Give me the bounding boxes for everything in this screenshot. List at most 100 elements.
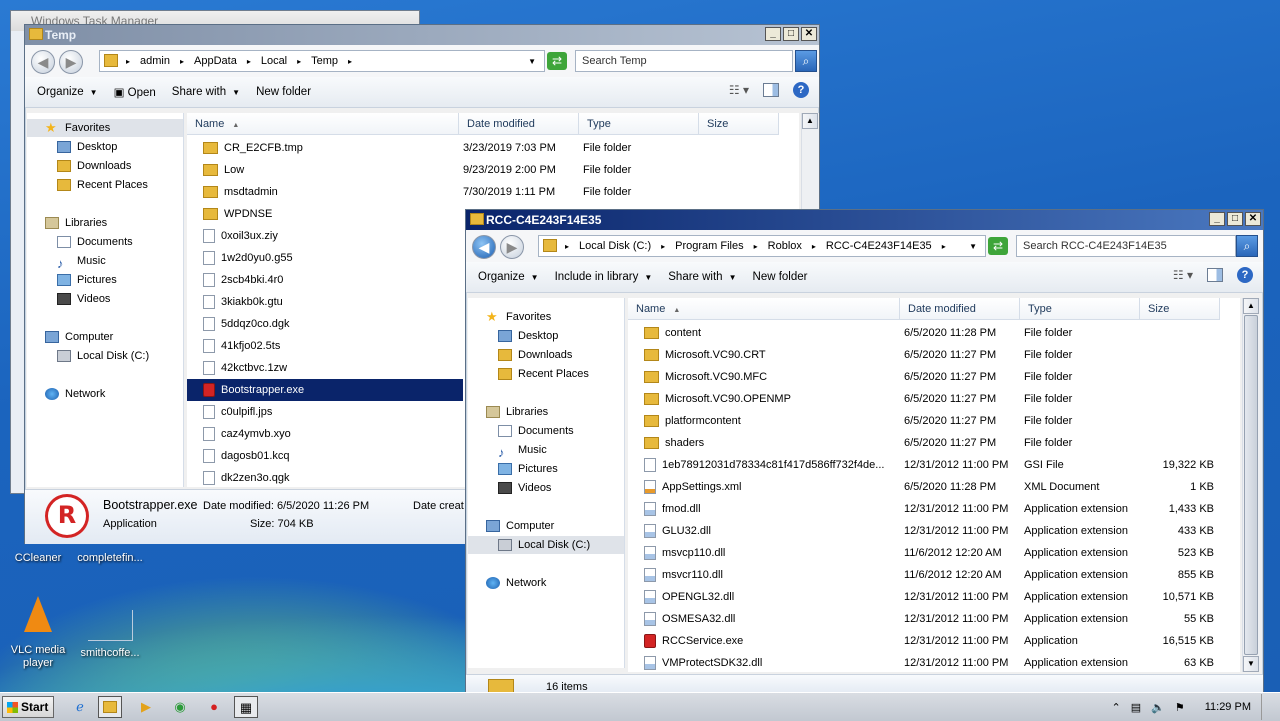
preview-pane-icon[interactable] [763, 83, 779, 97]
file-row[interactable]: CR_E2CFB.tmp 3/23/2019 7:03 PM File folder [187, 137, 787, 159]
nav-videos[interactable]: Videos [57, 290, 110, 308]
nav-desktop[interactable]: Desktop [498, 327, 558, 345]
preview-pane-icon[interactable] [1207, 268, 1223, 282]
column-header-size[interactable]: Size [1140, 298, 1220, 320]
nav-pictures[interactable]: Pictures [498, 460, 558, 478]
task-manager-taskbar-icon[interactable]: ▦ [234, 696, 258, 718]
breadcrumb-item[interactable]: RCC-C4E243F14E35 [826, 240, 932, 252]
file-row[interactable]: Microsoft.VC90.MFC 6/5/2020 11:27 PM File … [628, 366, 1228, 388]
file-row[interactable]: RCCService.exe 12/31/2012 11:00 PM Applica… [628, 630, 1228, 652]
file-row[interactable]: fmod.dll 12/31/2012 11:00 PM Application e… [628, 498, 1228, 520]
nav-recent-places[interactable]: Recent Places [498, 365, 589, 383]
column-header-date[interactable]: Date modified [900, 298, 1020, 320]
file-row[interactable]: AppSettings.xml 6/5/2020 11:28 PM XML Docu… [628, 476, 1228, 498]
file-row[interactable]: GLU32.dll 12/31/2012 11:00 PM Application … [628, 520, 1228, 542]
file-row[interactable]: Microsoft.VC90.OPENMP 6/5/2020 11:27 PM Fi… [628, 388, 1228, 410]
start-button[interactable]: Start [2, 696, 54, 718]
temp-titlebar[interactable]: Temp _ □ ✕ [25, 25, 819, 45]
maximize-button[interactable]: □ [1227, 212, 1243, 226]
search-button[interactable]: ⌕ [795, 50, 817, 72]
file-row[interactable]: platformcontent 6/5/2020 11:27 PM File fol… [628, 410, 1228, 432]
rcc-scrollbar[interactable]: ▲ ▼ [1242, 298, 1260, 672]
show-desktop-button[interactable] [1261, 694, 1272, 720]
open-button[interactable]: ▣ Open [114, 85, 156, 99]
nav-computer[interactable]: Computer [486, 517, 554, 535]
action-center-icon[interactable]: ⚑ [1175, 701, 1185, 714]
breadcrumb-item[interactable]: AppData [194, 55, 237, 67]
file-row[interactable]: OPENGL32.dll 12/31/2012 11:00 PM Applicati… [628, 586, 1228, 608]
column-header-type[interactable]: Type [1020, 298, 1140, 320]
forward-button[interactable]: ▶ [500, 235, 524, 259]
minimize-button[interactable]: _ [1209, 212, 1225, 226]
share-with-menu[interactable]: Share with ▼ [172, 86, 240, 98]
file-row[interactable]: VMProtectSDK32.dll 12/31/2012 11:00 PM App… [628, 652, 1228, 672]
nav-favorites[interactable]: ★ Favorites [486, 308, 551, 326]
close-button[interactable]: ✕ [1245, 212, 1261, 226]
nav-libraries[interactable]: Libraries [45, 214, 107, 232]
column-header-size[interactable]: Size [699, 113, 779, 135]
file-row[interactable]: msdtadmin 7/30/2019 1:11 PM File folder [187, 181, 787, 203]
opera-icon[interactable]: ● [202, 696, 226, 718]
help-icon[interactable]: ? [1237, 267, 1253, 283]
scroll-up-arrow[interactable]: ▲ [802, 113, 818, 129]
refresh-button[interactable]: ⇄ [547, 52, 567, 70]
file-row[interactable]: content 6/5/2020 11:28 PM File folder [628, 322, 1228, 344]
nav-documents[interactable]: Documents [57, 233, 133, 251]
organize-menu[interactable]: Organize ▼ [37, 86, 98, 98]
new-folder-button[interactable]: New folder [256, 86, 311, 98]
nav-favorites[interactable]: ★ Favorites [27, 119, 183, 137]
column-header-name[interactable]: Name ▲ [187, 113, 459, 135]
close-button[interactable]: ✕ [801, 27, 817, 41]
views-icon[interactable]: ☷ ▾ [1173, 268, 1193, 282]
help-icon[interactable]: ? [793, 82, 809, 98]
nav-music[interactable]: ♪ Music [57, 252, 106, 271]
views-icon[interactable]: ☷ ▾ [729, 83, 749, 97]
address-dropdown-icon[interactable]: ▼ [969, 242, 977, 251]
scroll-thumb[interactable] [1244, 315, 1258, 655]
volume-icon[interactable]: 🔈 [1151, 701, 1165, 714]
share-with-menu[interactable]: Share with ▼ [668, 271, 736, 283]
search-button[interactable]: ⌕ [1236, 235, 1258, 257]
column-header-type[interactable]: Type [579, 113, 699, 135]
nav-network[interactable]: Network [45, 385, 105, 403]
maximize-button[interactable]: □ [783, 27, 799, 41]
show-hidden-icons-icon[interactable]: ⌃ [1112, 701, 1121, 714]
breadcrumb-item[interactable]: Temp [311, 55, 338, 67]
address-dropdown-icon[interactable]: ▼ [528, 57, 536, 66]
breadcrumb-item[interactable]: Local Disk (C:) [579, 240, 651, 252]
file-row[interactable]: Bootstrapper.exe [187, 379, 463, 401]
nav-pictures[interactable]: Pictures [57, 271, 117, 289]
forward-button[interactable]: ▶ [59, 50, 83, 74]
file-row[interactable]: 1eb78912031d78334c81f417d586ff732f4de...… [628, 454, 1228, 476]
organize-menu[interactable]: Organize ▼ [478, 271, 539, 283]
ie-icon[interactable]: ℯ [68, 696, 92, 718]
column-header-date[interactable]: Date modified [459, 113, 579, 135]
nav-documents[interactable]: Documents [498, 422, 574, 440]
file-row[interactable]: Low 9/23/2019 2:00 PM File folder [187, 159, 787, 181]
breadcrumb-item[interactable]: Roblox [768, 240, 802, 252]
refresh-button[interactable]: ⇄ [988, 237, 1008, 255]
breadcrumb-item[interactable]: admin [140, 55, 170, 67]
desktop-icon-vlc[interactable]: VLC media player [0, 596, 76, 670]
nav-downloads[interactable]: Downloads [498, 346, 572, 364]
nav-local-disk[interactable]: Local Disk (C:) [468, 536, 624, 554]
nav-libraries[interactable]: Libraries [486, 403, 548, 421]
search-input[interactable]: Search RCC-C4E243F14E35 [1016, 235, 1236, 257]
nav-music[interactable]: ♪ Music [498, 441, 547, 460]
desktop-icon-smithcoffe[interactable]: smithcoffe... [72, 610, 148, 660]
back-button[interactable]: ◀ [31, 50, 55, 74]
minimize-button[interactable]: _ [765, 27, 781, 41]
address-bar[interactable]: ▸ admin ▸ AppData ▸ Local ▸ Temp ▸ ▼ [99, 50, 545, 72]
nav-recent-places[interactable]: Recent Places [57, 176, 148, 194]
network-tray-icon[interactable]: ▤ [1131, 701, 1141, 714]
nav-desktop[interactable]: Desktop [57, 138, 117, 156]
scroll-down-arrow[interactable]: ▼ [1243, 656, 1259, 672]
file-row[interactable]: msvcp110.dll 11/6/2012 12:20 AM Applicatio… [628, 542, 1228, 564]
back-button[interactable]: ◀ [472, 235, 496, 259]
file-row[interactable]: Microsoft.VC90.CRT 6/5/2020 11:27 PM File … [628, 344, 1228, 366]
nav-downloads[interactable]: Downloads [57, 157, 131, 175]
nav-network[interactable]: Network [486, 574, 546, 592]
nav-videos[interactable]: Videos [498, 479, 551, 497]
new-folder-button[interactable]: New folder [753, 271, 808, 283]
rcc-explorer-window[interactable]: RCC-C4E243F14E35 _ □ ✕ ◀ ▶ ▸ Local Disk … [465, 209, 1264, 694]
